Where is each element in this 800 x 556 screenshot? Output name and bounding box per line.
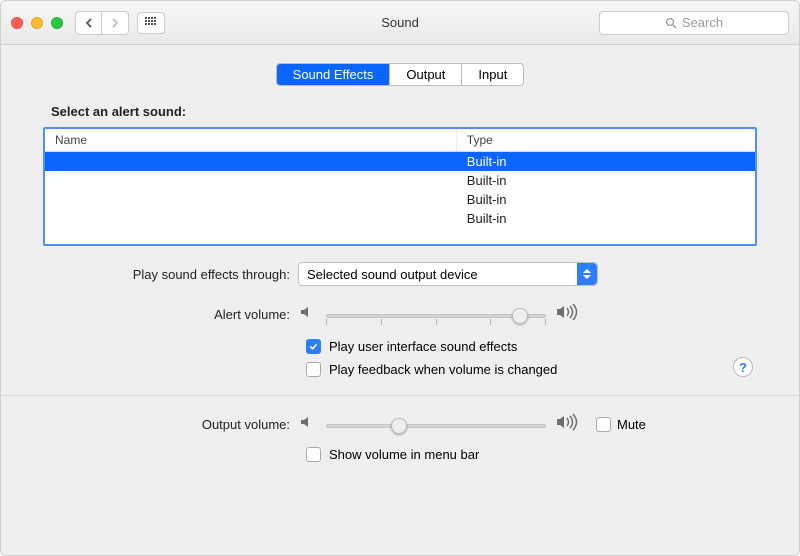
nav-buttons: [75, 11, 129, 35]
search-placeholder: Search: [682, 15, 723, 30]
speaker-high-icon: [556, 302, 582, 327]
menubar-checkbox[interactable]: [306, 447, 321, 462]
ui-sounds-label: Play user interface sound effects: [329, 339, 517, 354]
ui-sounds-checkbox[interactable]: [306, 339, 321, 354]
preference-body: Sound Effects Output Input Select an ale…: [1, 45, 799, 486]
table-row[interactable]: Built-in: [45, 209, 755, 228]
column-type: Type: [457, 129, 755, 151]
speaker-high-icon: [556, 412, 582, 437]
search-input[interactable]: Search: [599, 11, 789, 35]
play-through-value: Selected sound output device: [307, 267, 478, 282]
stepper-icon: [577, 263, 597, 285]
output-volume-label: Output volume:: [43, 417, 298, 432]
feedback-label: Play feedback when volume is changed: [329, 362, 557, 377]
tab-sound-effects[interactable]: Sound Effects: [277, 64, 391, 85]
table-row[interactable]: Built-in: [45, 152, 755, 171]
mute-label: Mute: [617, 417, 646, 432]
table-row[interactable]: Built-in: [45, 171, 755, 190]
alert-volume-slider[interactable]: [298, 302, 582, 327]
back-button[interactable]: [76, 12, 102, 34]
grid-icon: [145, 17, 157, 29]
close-icon[interactable]: [11, 17, 23, 29]
sound-preference-window: Sound Search Sound Effects Output Input …: [0, 0, 800, 556]
titlebar: Sound Search: [1, 1, 799, 45]
window-controls: [11, 17, 63, 29]
column-name: Name: [45, 129, 457, 151]
alert-heading: Select an alert sound:: [51, 104, 757, 119]
tab-output[interactable]: Output: [390, 64, 462, 85]
menubar-label: Show volume in menu bar: [329, 447, 479, 462]
forward-button[interactable]: [102, 12, 128, 34]
minimize-icon[interactable]: [31, 17, 43, 29]
show-all-button[interactable]: [137, 12, 165, 34]
zoom-icon[interactable]: [51, 17, 63, 29]
alert-sound-table[interactable]: Name Type Built-in Built-in Built-in: [43, 127, 757, 246]
speaker-low-icon: [298, 303, 316, 326]
play-through-label: Play sound effects through:: [43, 267, 298, 282]
tab-input[interactable]: Input: [462, 64, 523, 85]
table-row[interactable]: Built-in: [45, 190, 755, 209]
output-volume-slider[interactable]: [298, 412, 582, 437]
tab-segment: Sound Effects Output Input: [23, 63, 777, 86]
mute-checkbox[interactable]: [596, 417, 611, 432]
play-through-select[interactable]: Selected sound output device: [298, 262, 598, 286]
alert-volume-label: Alert volume:: [43, 307, 298, 322]
speaker-low-icon: [298, 413, 316, 436]
feedback-checkbox[interactable]: [306, 362, 321, 377]
search-icon: [665, 17, 677, 29]
divider: [1, 395, 799, 396]
help-button[interactable]: ?: [733, 357, 753, 377]
